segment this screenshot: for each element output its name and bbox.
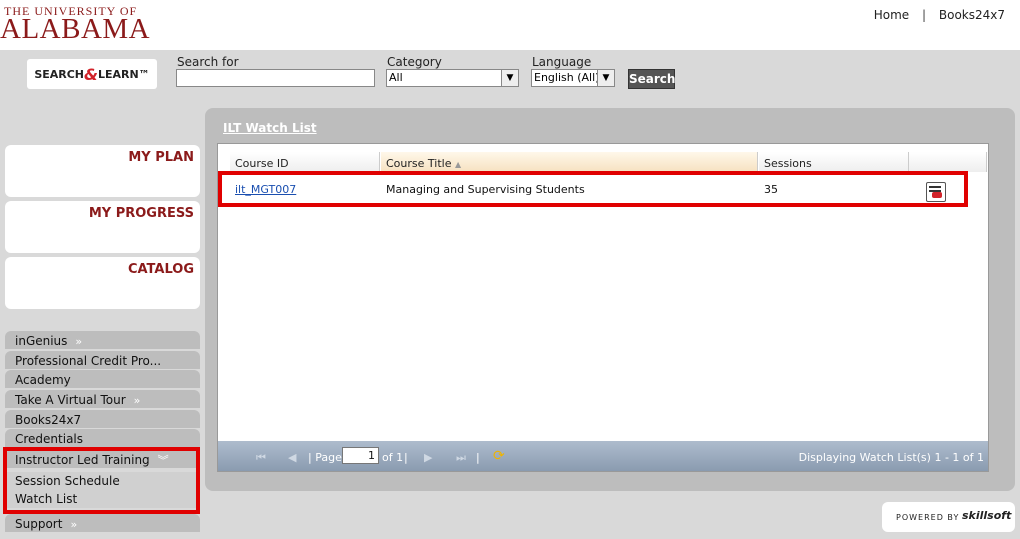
search-and-learn-logo: SEARCH & LEARN™	[27, 59, 157, 89]
nav-item-label: Take A Virtual Tour	[15, 393, 126, 407]
double-chevron-right-icon: »	[75, 335, 83, 348]
category-select[interactable]: All ▼	[386, 69, 519, 87]
my-plan-label: MY PLAN	[128, 150, 194, 165]
search-bar: SEARCH & LEARN™ Search for Category All …	[0, 50, 1020, 108]
sort-ascending-icon: ▲	[454, 160, 462, 169]
highlight-box-sidebar	[3, 447, 200, 514]
page-label: Page	[315, 451, 342, 464]
pager-bar: ⏮ ◀ | Page 1 of 1 | ▶ ⏭ | ⟳ Displaying W…	[218, 441, 988, 471]
chevron-down-icon: ▼	[597, 70, 614, 86]
category-label: Category	[387, 55, 442, 69]
my-progress-box[interactable]: MY PROGRESS	[5, 201, 200, 253]
pager-separator: |	[476, 451, 480, 464]
nav-item-label: inGenius	[15, 334, 68, 348]
nav-item-virtual-tour[interactable]: Take A Virtual Tour »	[5, 390, 200, 408]
pager-page-label: | Page	[308, 451, 342, 464]
nav-item-label: Books24x7	[15, 413, 82, 427]
next-page-icon[interactable]: ▶	[424, 451, 432, 464]
category-value: All	[389, 71, 403, 84]
university-logo: ALABAMA	[0, 13, 151, 45]
language-value: English (All)	[534, 71, 600, 84]
double-chevron-right-icon: »	[133, 394, 141, 407]
language-select[interactable]: English (All) ▼	[531, 69, 615, 87]
column-header-actions	[909, 152, 987, 172]
powered-by-label: POWERED BY	[896, 513, 960, 522]
chevron-down-icon: ▼	[501, 70, 518, 86]
home-link[interactable]: Home	[874, 8, 909, 22]
logo-ampersand: &	[84, 64, 98, 84]
catalog-box[interactable]: CATALOG	[5, 257, 200, 309]
column-header-course-title[interactable]: Course Title ▲	[381, 152, 758, 172]
highlight-box-row	[218, 171, 968, 207]
last-page-icon[interactable]: ⏭	[456, 451, 466, 465]
catalog-label: CATALOG	[127, 262, 194, 277]
page-of-label: of 1	[382, 451, 404, 464]
skillsoft-logo: skillsoft	[962, 509, 1012, 522]
nav-item-label: Academy	[15, 373, 71, 387]
panel-title[interactable]: ILT Watch List	[223, 121, 317, 135]
search-button[interactable]: Search	[628, 69, 675, 89]
powered-by-badge: POWERED BY skillsoft	[882, 502, 1015, 532]
nav-item-support[interactable]: Support »	[5, 514, 200, 532]
pager-separator: |	[404, 451, 408, 464]
column-header-label: Course Title	[386, 157, 452, 170]
nav-item-academy[interactable]: Academy	[5, 370, 200, 388]
nav-item-label: Professional Credit Pro...	[15, 354, 162, 368]
column-header-course-id[interactable]: Course ID	[230, 152, 380, 172]
nav-item-label: Credentials	[15, 432, 84, 446]
prev-page-icon[interactable]: ◀	[288, 451, 296, 464]
books24x7-link[interactable]: Books24x7	[939, 8, 1005, 22]
page-number-input[interactable]: 1	[342, 447, 379, 464]
my-plan-box[interactable]: MY PLAN	[5, 145, 200, 197]
link-separator: |	[922, 8, 927, 22]
search-for-label: Search for	[177, 55, 239, 69]
nav-item-credentials[interactable]: Credentials	[5, 429, 200, 447]
pager-display-text: Displaying Watch List(s) 1 - 1 of 1	[798, 451, 984, 464]
double-chevron-right-icon: »	[70, 518, 78, 531]
first-page-icon[interactable]: ⏮	[256, 451, 266, 465]
search-input[interactable]	[176, 69, 375, 87]
nav-item-ingenius[interactable]: inGenius »	[5, 331, 200, 349]
top-links: Home | Books24x7	[874, 8, 1005, 22]
logo-learn-text: LEARN™	[97, 67, 150, 81]
refresh-icon[interactable]: ⟳	[493, 448, 505, 464]
top-bar: THE UNIVERSITY OF ALABAMA Home | Books24…	[0, 0, 1020, 50]
watch-list-panel: ILT Watch List Course ID Course Title ▲ …	[205, 108, 1015, 491]
logo-search-text: SEARCH	[34, 67, 85, 81]
my-progress-label: MY PROGRESS	[88, 206, 194, 221]
watch-list-grid: Course ID Course Title ▲ Sessions ilt_MG…	[217, 143, 989, 472]
column-header-sessions[interactable]: Sessions	[759, 152, 909, 172]
nav-item-professional-credit[interactable]: Professional Credit Pro...	[5, 351, 200, 369]
nav-item-books24x7[interactable]: Books24x7	[5, 410, 200, 428]
nav-item-label: Support	[15, 517, 63, 531]
language-label: Language	[532, 55, 592, 69]
